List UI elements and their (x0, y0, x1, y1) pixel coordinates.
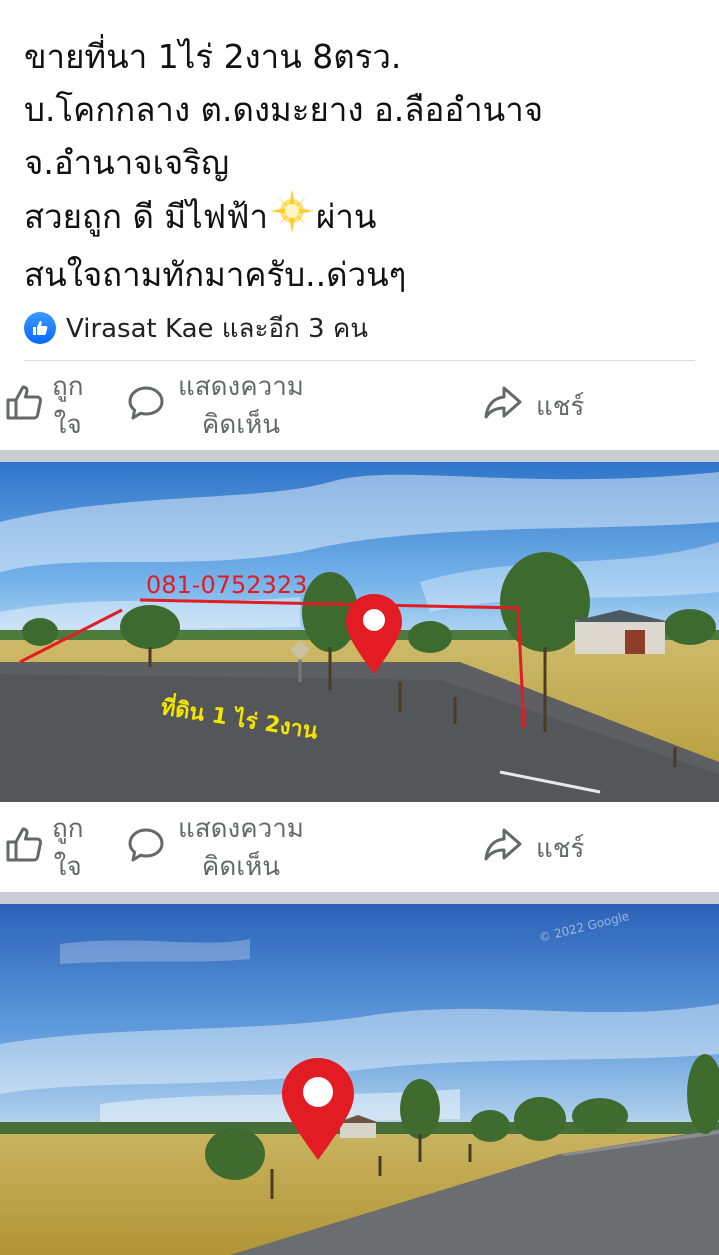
share-label: แชร์ (536, 391, 585, 422)
post-line-3: จ.อำนาจเจริญ (24, 143, 230, 182)
like-button[interactable]: ถูก ใจ (4, 368, 83, 444)
comment-button-photo-1[interactable]: แสดงความ คิดเห็น (126, 810, 304, 886)
divider (24, 360, 695, 361)
post-line-1: ขายที่นา 1ไร่ 2งาน 8ตรว. (24, 37, 402, 76)
comment-label-line1: แสดงความ (178, 814, 304, 844)
comment-bubble-icon (126, 825, 166, 872)
land-photo-1[interactable]: 081-0752323 ที่ดิน 1 ไร่ 2งาน (0, 462, 719, 802)
comment-button[interactable]: แสดงความ คิดเห็น (126, 368, 304, 444)
post-line-4-text: สวยถูก ดี มีไฟฟ้า (24, 197, 268, 236)
comment-label-line1: แสดงความ (178, 372, 304, 402)
post-line-4b-text: ผ่าน (316, 197, 377, 236)
photo-separator (0, 892, 719, 904)
like-label-line1: ถูก (52, 814, 84, 844)
reaction-text: Virasat Kae และอีก 3 คน (66, 313, 369, 344)
photo-1-action-bar: ถูก ใจ แสดงความ คิดเห็น แชร์ (0, 804, 719, 892)
land-photo-1-image: 081-0752323 ที่ดิน 1 ไร่ 2งาน (0, 462, 719, 802)
phone-number-overlay: 081-0752323 (146, 571, 307, 599)
thumbs-up-icon (4, 824, 46, 873)
thumbs-up-badge-icon (24, 312, 56, 344)
share-arrow-icon (482, 382, 524, 431)
share-button-photo-1[interactable]: แชร์ (482, 824, 584, 873)
post-line-5: สนใจถามทักมาครับ..ด่วนๆ (24, 255, 407, 294)
like-label-line2: ใจ (53, 852, 82, 882)
post-text: ขายที่นา 1ไร่ 2งาน 8ตรว. บ.โคกกลาง ต.ดงม… (24, 30, 704, 301)
comment-label-line2: คิดเห็น (201, 410, 280, 440)
glowing-star-icon (270, 189, 314, 248)
land-photo-2[interactable]: © 2022 Google (0, 904, 719, 1255)
like-button-photo-1[interactable]: ถูก ใจ (4, 810, 83, 886)
thumbs-up-icon (4, 382, 46, 431)
post-line-2: บ.โคกกลาง ต.ดงมะยาง อ.ลืออำนาจ (24, 90, 544, 129)
post-line-4: สวยถูก ดี มีไฟฟ้า ผ่าน (24, 189, 704, 248)
comment-bubble-icon (126, 383, 166, 430)
share-button[interactable]: แชร์ (482, 382, 584, 431)
reaction-summary[interactable]: Virasat Kae และอีก 3 คน (24, 308, 368, 348)
share-arrow-icon (482, 824, 524, 873)
like-label-line2: ใจ (53, 410, 82, 440)
post-action-bar: ถูก ใจ แสดงความ คิดเห็น แชร์ (0, 362, 719, 450)
comment-label-line2: คิดเห็น (201, 852, 280, 882)
land-photo-2-image: © 2022 Google (0, 904, 719, 1255)
photo-separator (0, 450, 719, 462)
like-label-line1: ถูก (52, 372, 84, 402)
share-label: แชร์ (536, 833, 585, 864)
